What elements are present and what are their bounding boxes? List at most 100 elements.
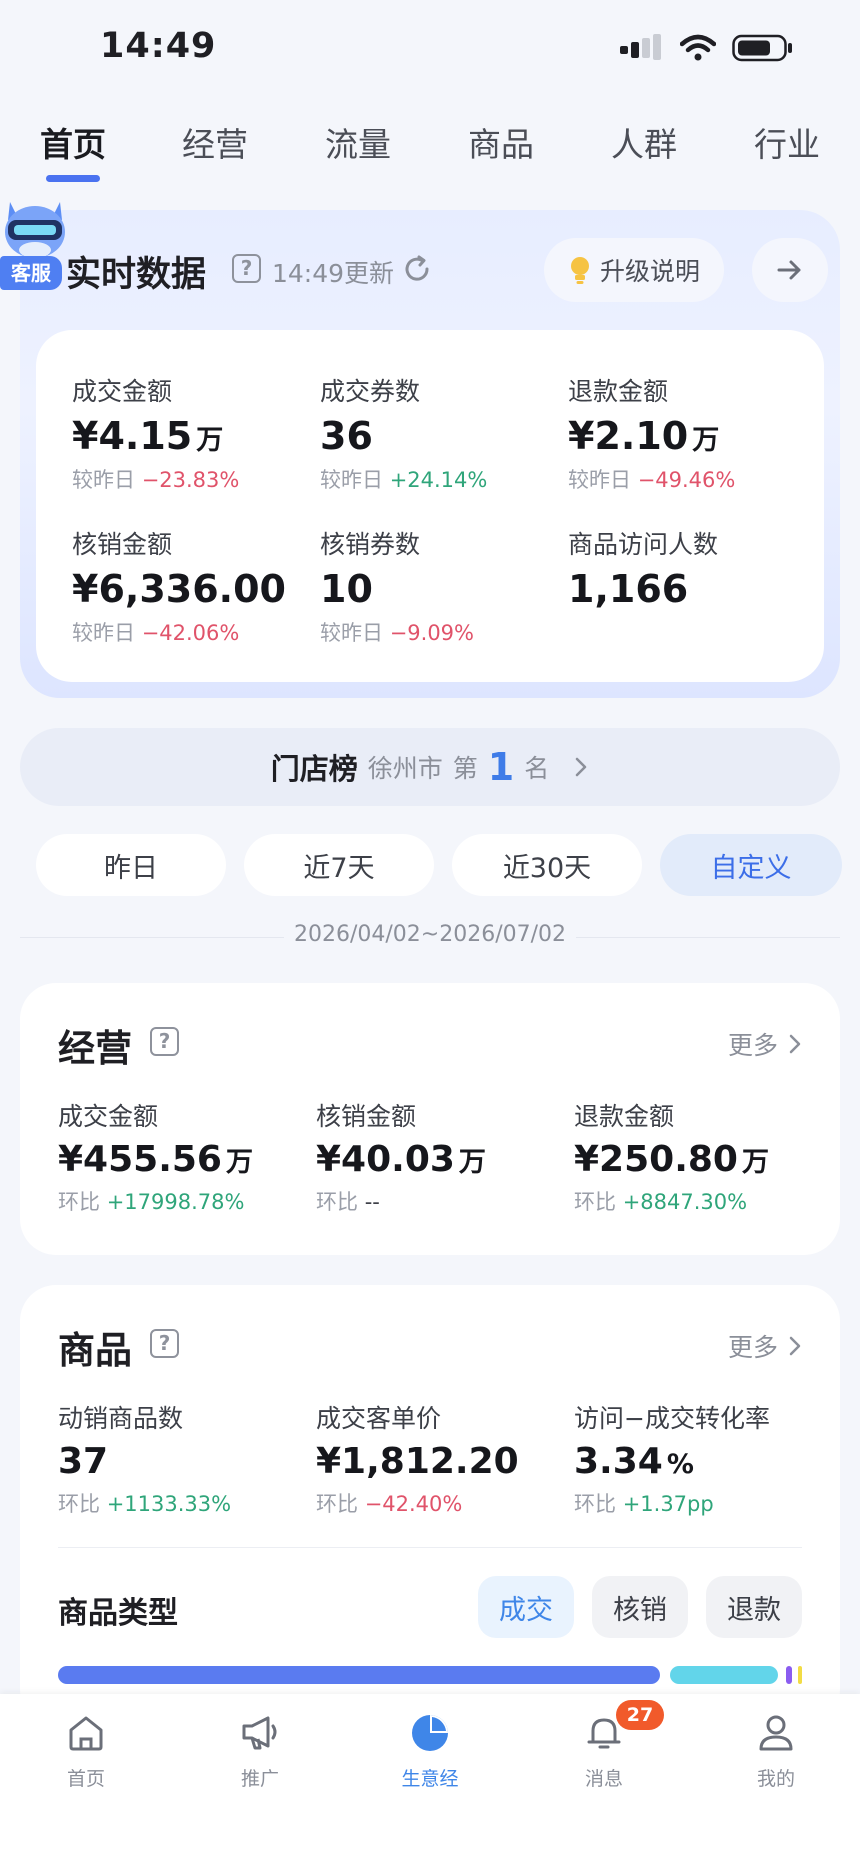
- tab-goods[interactable]: 商品: [468, 118, 534, 166]
- metric-compare: 环比 --: [316, 1186, 486, 1216]
- metric-number: ¥250.80: [574, 1139, 738, 1180]
- upgrade-info-button[interactable]: 升级说明: [544, 238, 724, 302]
- lightbulb-icon: [570, 257, 589, 284]
- realtime-metric[interactable]: 成交券数 36 较昨日 +24.14%: [320, 372, 487, 494]
- goods-type-title: 商品类型: [58, 1596, 178, 1631]
- chevron-right-icon: [789, 1336, 801, 1356]
- goods-divider: [58, 1547, 802, 1548]
- metric-compare: 较昨日 −42.06%: [72, 617, 286, 647]
- status-icons: [620, 34, 794, 62]
- tab-industry[interactable]: 行业: [754, 118, 820, 166]
- store-rank-city: 徐州市: [367, 754, 443, 783]
- realtime-help-icon[interactable]: ?: [232, 254, 261, 283]
- realtime-metric[interactable]: 核销金额 ¥6,336.00 较昨日 −42.06%: [72, 525, 286, 647]
- realtime-detail-button[interactable]: [752, 238, 828, 302]
- goods-type-tab-deal[interactable]: 成交: [478, 1576, 574, 1638]
- metric-number: ¥4.15: [72, 414, 193, 458]
- realtime-metric[interactable]: 成交金额 ¥4.15 万 较昨日 −23.83%: [72, 372, 239, 494]
- realtime-metric[interactable]: 核销券数 10 较昨日 −9.09%: [320, 525, 474, 647]
- nav-item-business-insight[interactable]: 生意经: [370, 1712, 490, 1791]
- metric-label: 访问−成交转化率: [574, 1404, 770, 1433]
- metric-label: 成交金额: [72, 377, 173, 406]
- goods-metric[interactable]: 访问−成交转化率 3.34% 环比 +1.37pp: [574, 1399, 770, 1518]
- nav-label: 我的: [756, 1768, 795, 1790]
- goods-type-tab-refund[interactable]: 退款: [706, 1576, 802, 1638]
- goods-help-icon[interactable]: ?: [150, 1329, 179, 1358]
- tab-home[interactable]: 首页: [40, 118, 106, 166]
- compare-label: 环比: [316, 1492, 358, 1516]
- metric-value: 10: [320, 567, 474, 611]
- store-rank-prefix: 第: [452, 754, 478, 783]
- metric-label: 退款金额: [574, 1102, 675, 1131]
- business-help-icon[interactable]: ?: [150, 1027, 179, 1056]
- store-rank-number: 1: [487, 745, 515, 789]
- metric-number: ¥40.03: [316, 1139, 455, 1180]
- customer-service-mascot[interactable]: 客服: [0, 190, 70, 300]
- date-filter-yesterday[interactable]: 昨日: [36, 834, 226, 896]
- wifi-icon: [680, 34, 716, 61]
- compare-value: −23.83%: [141, 468, 240, 492]
- goods-metric[interactable]: 动销商品数 37 环比 +1133.33%: [58, 1399, 231, 1518]
- compare-value: +17998.78%: [106, 1190, 245, 1214]
- metric-unit: 万: [741, 1147, 769, 1178]
- compare-value: +8847.30%: [622, 1190, 748, 1214]
- business-metric[interactable]: 成交金额 ¥455.56 万 环比 +17998.78%: [58, 1097, 253, 1216]
- business-metric[interactable]: 核销金额 ¥40.03 万 环比 --: [316, 1097, 486, 1216]
- compare-value: −9.09%: [389, 621, 474, 645]
- metric-compare: 环比 −42.40%: [316, 1488, 519, 1518]
- compare-label: 较昨日: [320, 468, 383, 492]
- compare-value: −42.40%: [364, 1492, 463, 1516]
- metric-number: 37: [58, 1441, 109, 1482]
- metric-value: 37: [58, 1441, 231, 1482]
- metric-value: ¥6,336.00: [72, 567, 286, 611]
- metric-label: 退款金额: [568, 377, 669, 406]
- date-filter-7days[interactable]: 近7天: [244, 834, 434, 896]
- compare-label: 环比: [574, 1492, 616, 1516]
- nav-label: 消息: [584, 1768, 623, 1790]
- nav-label: 首页: [66, 1768, 105, 1790]
- metric-unit: 万: [692, 425, 720, 456]
- compare-value: −49.46%: [637, 468, 736, 492]
- goods-type-bar-segment: [786, 1666, 792, 1684]
- metric-label: 动销商品数: [58, 1404, 184, 1433]
- realtime-metric[interactable]: 商品访问人数 1,166: [568, 525, 718, 611]
- realtime-metric[interactable]: 退款金额 ¥2.10 万 较昨日 −49.46%: [568, 372, 735, 494]
- arrow-right-icon: [777, 260, 801, 280]
- metric-number: 3.34: [574, 1441, 663, 1482]
- date-filter-30days[interactable]: 近30天: [452, 834, 642, 896]
- compare-label: 环比: [58, 1492, 100, 1516]
- business-more-link[interactable]: 更多: [728, 1026, 802, 1062]
- goods-type-tab-redeem[interactable]: 核销: [592, 1576, 688, 1638]
- business-title: 经营: [58, 1027, 132, 1070]
- metric-value: ¥40.03 万: [316, 1139, 486, 1180]
- date-filter-custom[interactable]: 自定义: [660, 834, 842, 896]
- compare-value: --: [364, 1190, 380, 1214]
- tab-crowd[interactable]: 人群: [611, 118, 677, 166]
- upgrade-info-label: 升级说明: [599, 257, 700, 286]
- store-rank-bar[interactable]: 门店榜 徐州市 第 1 名: [20, 728, 840, 806]
- tab-business[interactable]: 经营: [182, 118, 248, 166]
- nav-item-profile[interactable]: 我的: [716, 1712, 836, 1791]
- metric-value: 3.34%: [574, 1441, 770, 1482]
- metric-number: 10: [320, 567, 373, 611]
- refresh-icon[interactable]: [402, 254, 432, 284]
- message-badge: 27: [616, 1700, 664, 1730]
- chevron-right-icon: [789, 1034, 801, 1054]
- metric-number: ¥1,812.20: [316, 1441, 519, 1482]
- nav-item-promote[interactable]: 推广: [200, 1712, 320, 1791]
- goods-type-bar-segment: [798, 1666, 802, 1684]
- mascot-robot-icon: [5, 202, 65, 258]
- goods-metric[interactable]: 成交客单价 ¥1,812.20 环比 −42.40%: [316, 1399, 519, 1518]
- business-metric[interactable]: 退款金额 ¥250.80 万 环比 +8847.30%: [574, 1097, 769, 1216]
- metric-value: ¥455.56 万: [58, 1139, 253, 1180]
- compare-label: 较昨日: [320, 621, 383, 645]
- mascot-label: 客服: [0, 256, 62, 290]
- compare-label: 较昨日: [72, 621, 135, 645]
- goods-more-link[interactable]: 更多: [728, 1328, 802, 1364]
- nav-item-home[interactable]: 首页: [26, 1712, 146, 1791]
- more-label: 更多: [727, 1031, 778, 1060]
- realtime-title: 实时数据: [66, 255, 207, 295]
- tab-traffic[interactable]: 流量: [325, 118, 391, 166]
- metric-value: ¥1,812.20: [316, 1441, 519, 1482]
- metric-value: ¥250.80 万: [574, 1139, 769, 1180]
